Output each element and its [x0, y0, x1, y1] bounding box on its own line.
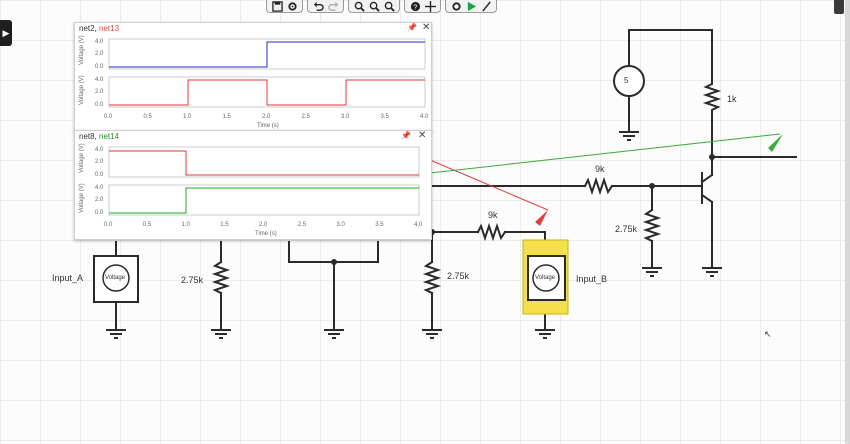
voltage-source-5v	[613, 65, 645, 97]
scope-2-plots: Voltage (V) Voltage (V) 4.0 2.0 0.0 4.0 …	[79, 143, 423, 237]
scope-window-1[interactable]: net2, net13 📌 ✕ Voltage (V) Voltage (V) …	[74, 22, 432, 132]
input-b-label[interactable]: Input_B	[576, 274, 607, 284]
scope-1-plots: Voltage (V) Voltage (V) 4.0 2.0 0.0 4.0 …	[79, 35, 429, 129]
save-icon[interactable]	[271, 0, 283, 12]
tick: 2.0	[95, 51, 104, 57]
resistor-2.75k-left-label: 2.75k	[181, 275, 204, 285]
resistor-1k-label: 1k	[727, 94, 737, 104]
run-icon[interactable]	[465, 1, 477, 12]
resistor-9k-top-label: 9k	[595, 164, 605, 174]
tick: 4.0	[95, 77, 104, 83]
scope-1-xlabel: Time (s)	[257, 123, 279, 129]
sidebar-toggle-button[interactable]: ▶	[0, 20, 12, 46]
x-tick-label: 2.0	[262, 114, 271, 120]
zoom-in-icon[interactable]	[353, 1, 365, 12]
probe-icon[interactable]	[480, 0, 492, 12]
x-tick-label: 2.5	[302, 114, 311, 120]
tick: 4.0	[95, 147, 104, 153]
resistor-2.75k-right-label: 2.75k	[615, 224, 638, 234]
right-scrollbar[interactable]	[845, 0, 850, 444]
scope-window-2[interactable]: net8, net14 📌 ✕ Voltage (V) Voltage (V) …	[74, 130, 432, 240]
x-tick-label: 0.5	[143, 222, 152, 228]
toolbar-group-help: ?	[404, 0, 441, 13]
x-tick-label: 3.5	[381, 114, 390, 120]
settings-icon[interactable]	[286, 1, 298, 12]
x-tick-label: 0.0	[104, 222, 113, 228]
x-tick-label: 4.0	[414, 222, 423, 228]
x-tick-label: 0.5	[144, 114, 153, 120]
toolbar-group-file	[266, 0, 303, 13]
center-icon[interactable]	[424, 0, 436, 12]
tick: 0.0	[95, 64, 104, 70]
x-tick-label: 2.0	[259, 222, 268, 228]
probe-wire-green	[429, 133, 781, 174]
tick: 0.0	[95, 102, 104, 108]
x-tick-label: 1.0	[182, 222, 191, 228]
window-control[interactable]	[834, 0, 844, 14]
scope-2-bottom-ylabel: Voltage (V)	[79, 183, 85, 213]
source-value-label: 5	[624, 76, 629, 85]
zoom-fit-icon[interactable]	[383, 1, 395, 12]
zoom-out-icon[interactable]	[368, 1, 380, 12]
x-tick-label: 0.0	[104, 114, 113, 120]
resistor-9k-mid	[476, 222, 507, 242]
resistor-2.75k-left	[211, 260, 231, 295]
input-b-voltage-text: Voltage	[535, 275, 556, 281]
scope-2-top-ylabel: Voltage (V)	[79, 143, 85, 173]
toolbar-group-zoom	[348, 0, 400, 13]
tick: 2.0	[95, 159, 104, 165]
mouse-cursor-icon: ↖	[764, 329, 772, 339]
x-tick-label: 1.0	[183, 114, 192, 120]
redo-icon[interactable]	[327, 1, 339, 12]
x-tick-label: 1.5	[220, 222, 229, 228]
toolbar-group-history	[307, 0, 344, 13]
scope-2-xlabel: Time (s)	[255, 231, 277, 237]
tick: 4.0	[95, 185, 104, 191]
tick: 0.0	[95, 172, 104, 178]
resistor-9k-mid-label: 9k	[488, 210, 498, 220]
x-tick-label: 2.5	[298, 222, 307, 228]
input-a-voltage-text: Voltage	[105, 275, 126, 281]
x-tick-label: 3.0	[341, 114, 350, 120]
resistor-2.75k-mid-label: 2.75k	[447, 271, 470, 281]
x-tick-label: 4.0	[420, 114, 429, 120]
x-tick-label: 3.5	[375, 222, 384, 228]
resistor-1k	[702, 79, 722, 116]
probe-tip-green	[768, 134, 783, 152]
undo-icon[interactable]	[312, 1, 324, 12]
scope-1-top-ylabel: Voltage (V)	[79, 35, 85, 65]
resistor-9k-top	[583, 176, 614, 196]
tick: 2.0	[95, 89, 104, 95]
resistor-2.75k-mid	[422, 260, 442, 295]
tick: 2.0	[95, 197, 104, 203]
tick: 0.0	[95, 210, 104, 216]
x-tick-label: 1.5	[223, 114, 232, 120]
x-tick-label: 3.0	[337, 222, 346, 228]
tick: 4.0	[95, 39, 104, 45]
scope-1-bottom-ylabel: Voltage (V)	[79, 75, 85, 105]
probe-tip-red	[535, 210, 548, 226]
toolbar-group-sim	[445, 0, 497, 13]
help-icon[interactable]: ?	[409, 1, 421, 12]
resistor-2.75k-right	[642, 208, 662, 243]
sim-settings-icon[interactable]	[450, 1, 462, 12]
toolbar: ?	[266, 0, 497, 13]
svg-text:?: ?	[413, 2, 417, 11]
input-a-label[interactable]: Input_A	[52, 273, 83, 283]
